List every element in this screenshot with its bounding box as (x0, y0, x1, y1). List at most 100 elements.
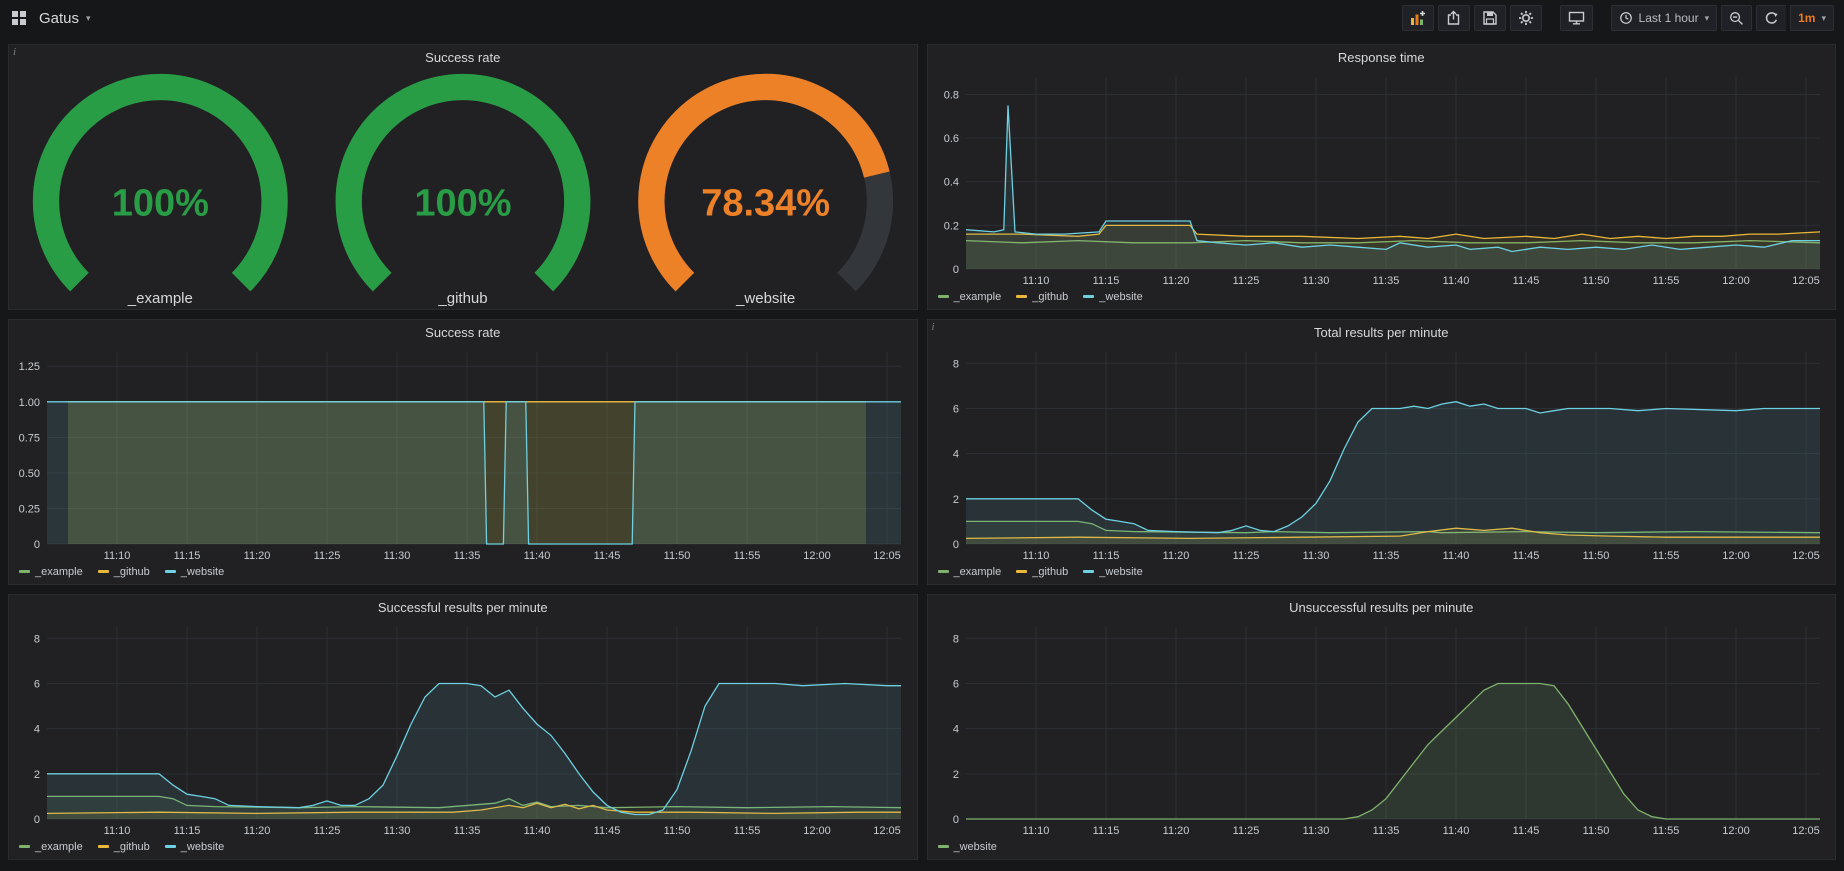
gauge-value: 78.34% (701, 182, 830, 224)
x-tick-label: 11:45 (1512, 275, 1539, 287)
x-tick-label: 11:30 (1302, 825, 1329, 837)
gear-icon (1518, 10, 1534, 26)
legend-item-_github[interactable]: _github (98, 841, 150, 853)
y-tick-label: 8 (952, 633, 958, 645)
panel-title: Total results per minute (1314, 325, 1448, 340)
y-tick-label: 6 (34, 678, 40, 690)
panel-header-success-rate-graph[interactable]: Success rate (9, 320, 917, 344)
x-tick-label: 12:05 (873, 825, 901, 837)
legend-swatch (1016, 570, 1027, 573)
x-tick-label: 11:45 (1512, 550, 1539, 562)
legend-item-_website[interactable]: _website (165, 566, 224, 578)
legend-item-_github[interactable]: _github (1016, 566, 1068, 578)
legend-swatch (98, 845, 109, 848)
x-tick-label: 11:55 (734, 550, 761, 562)
panel-header-successful-results[interactable]: Successful results per minute (9, 595, 917, 619)
x-tick-label: 11:40 (1442, 550, 1469, 562)
legend-item-_github[interactable]: _github (98, 566, 150, 578)
refresh-button[interactable] (1756, 5, 1786, 31)
x-tick-label: 11:35 (1372, 825, 1399, 837)
dashboard-title-dropdown[interactable]: Gatus ▾ (39, 10, 91, 27)
legend-item-_github[interactable]: _github (1016, 291, 1068, 303)
x-tick-label: 11:25 (1232, 275, 1259, 287)
panel-successful-results: Successful results per minute 0246811:10… (8, 594, 918, 860)
y-tick-label: 0 (34, 539, 40, 551)
refresh-icon (1764, 11, 1779, 26)
legend-label: _example (954, 566, 1002, 578)
y-tick-label: 0.4 (943, 177, 958, 189)
x-tick-label: 12:00 (1722, 275, 1750, 287)
chart-svg: 00.20.40.60.811:1011:1511:2011:2511:3011… (928, 69, 1836, 289)
legend-swatch (1083, 295, 1094, 298)
time-range-picker[interactable]: Last 1 hour ▾ (1611, 5, 1718, 31)
dashboard-title: Gatus (39, 10, 79, 27)
share-button[interactable] (1438, 5, 1470, 31)
legend-item-_website[interactable]: _website (1083, 566, 1142, 578)
dashboard-grid: i Success rate 100%_example100%_github78… (0, 36, 1844, 868)
gauge-value: 100% (112, 182, 209, 224)
legend-label: _example (35, 566, 83, 578)
settings-button[interactable] (1510, 5, 1542, 31)
successful-results-chart[interactable]: 0246811:1011:1511:2011:2511:3011:3511:40… (9, 619, 917, 839)
legend-item-_website[interactable]: _website (938, 841, 997, 853)
save-button[interactable] (1474, 5, 1506, 31)
info-icon[interactable]: i (13, 46, 16, 58)
x-tick-label: 11:15 (1092, 825, 1119, 837)
x-tick-label: 11:20 (1162, 825, 1189, 837)
legend-item-_website[interactable]: _website (165, 841, 224, 853)
tv-mode-button[interactable] (1560, 5, 1593, 31)
legend-label: _website (181, 841, 224, 853)
panel-success-rate-gauges: i Success rate 100%_example100%_github78… (8, 44, 918, 310)
y-tick-label: 1.25 (19, 361, 40, 373)
y-tick-label: 8 (952, 358, 958, 370)
chart-svg: 0246811:1011:1511:2011:2511:3011:3511:40… (928, 619, 1836, 839)
y-tick-label: 0.8 (943, 89, 958, 101)
y-tick-label: 2 (34, 769, 40, 781)
x-tick-label: 11:40 (524, 550, 551, 562)
panel-header-response-time[interactable]: Response time (928, 45, 1836, 69)
navbar-right: Last 1 hour ▾ 1m ▾ (1402, 5, 1834, 31)
dashboard-grid-icon-button[interactable] (8, 7, 30, 29)
series-fill-_website (47, 402, 901, 544)
legend-item-_example[interactable]: _example (19, 841, 83, 853)
x-tick-label: 11:40 (524, 825, 551, 837)
x-tick-label: 11:15 (1092, 550, 1119, 562)
panel-header-total-results[interactable]: Total results per minute (928, 320, 1836, 344)
legend-label: _github (1032, 566, 1068, 578)
caret-down-icon: ▾ (1821, 14, 1826, 23)
y-tick-label: 0.2 (943, 220, 958, 232)
add-panel-button[interactable] (1402, 5, 1434, 31)
refresh-interval-dropdown[interactable]: 1m ▾ (1790, 5, 1834, 31)
x-tick-label: 11:35 (1372, 275, 1399, 287)
legend-item-_example[interactable]: _example (19, 566, 83, 578)
panel-header-success-rate-gauges[interactable]: Success rate (9, 45, 917, 69)
x-tick-label: 11:20 (244, 825, 271, 837)
legend-label: _github (114, 841, 150, 853)
success-rate-gauge-chart[interactable]: 100%_example100%_github78.34%_website (9, 69, 917, 309)
y-tick-label: 6 (952, 678, 958, 690)
time-range-label: Last 1 hour (1639, 11, 1699, 25)
y-tick-label: 1.00 (19, 397, 40, 409)
unsuccessful-results-chart[interactable]: 0246811:1011:1511:2011:2511:3011:3511:40… (928, 619, 1836, 839)
zoom-out-button[interactable] (1721, 5, 1752, 31)
total-results-chart[interactable]: 0246811:1011:1511:2011:2511:3011:3511:40… (928, 344, 1836, 564)
x-tick-label: 11:10 (1022, 825, 1049, 837)
legend-item-_example[interactable]: _example (938, 291, 1002, 303)
y-tick-label: 4 (34, 724, 40, 736)
info-icon[interactable]: i (932, 321, 935, 333)
x-tick-label: 12:00 (803, 825, 831, 837)
response-time-chart[interactable]: 00.20.40.60.811:1011:1511:2011:2511:3011… (928, 69, 1836, 289)
grid-icon (11, 10, 27, 26)
panel-header-unsuccessful-results[interactable]: Unsuccessful results per minute (928, 595, 1836, 619)
legend-item-_example[interactable]: _example (938, 566, 1002, 578)
x-tick-label: 11:10 (1022, 550, 1049, 562)
share-icon (1446, 10, 1462, 26)
x-tick-label: 12:05 (1792, 550, 1820, 562)
panel-response-time: Response time 00.20.40.60.811:1011:1511:… (927, 44, 1837, 310)
x-tick-label: 11:35 (454, 550, 481, 562)
legend-swatch (1016, 295, 1027, 298)
x-tick-label: 11:30 (1302, 275, 1329, 287)
legend-item-_website[interactable]: _website (1083, 291, 1142, 303)
success-rate-graph-chart[interactable]: 00.250.500.751.001.2511:1011:1511:2011:2… (9, 344, 917, 564)
x-tick-label: 11:40 (1442, 275, 1469, 287)
